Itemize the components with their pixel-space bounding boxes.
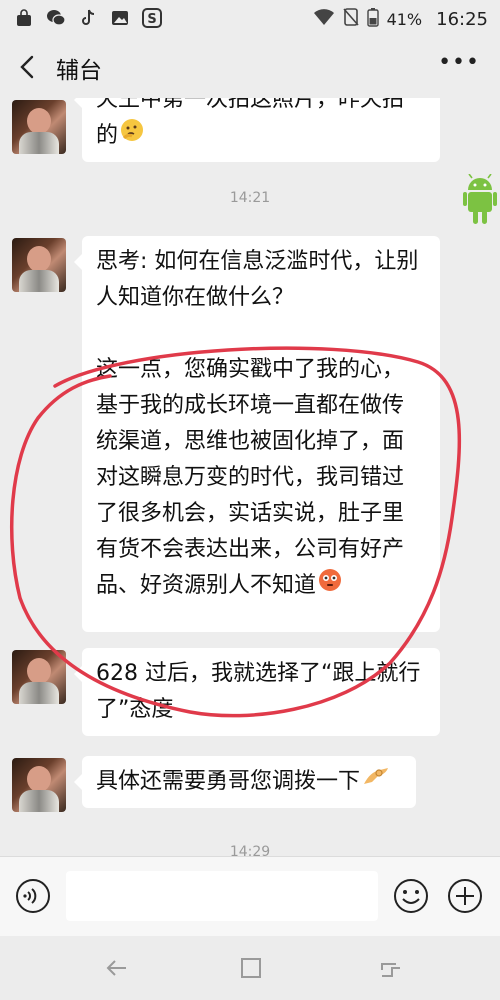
message-text: 天王中第一次拍这照片，昨天拍	[96, 98, 405, 112]
voice-icon	[16, 879, 50, 913]
avatar[interactable]	[12, 100, 66, 154]
message-text: 思考: 如何在信息泛滥时代，让别	[96, 249, 419, 274]
message-bubble[interactable]: 具体还需要勇哥您调拨一下	[74, 756, 416, 808]
chat-header: 辅台 •••	[0, 36, 500, 98]
battery-icon	[366, 7, 379, 31]
message-text: 具体还需要勇哥您调拨一下	[96, 764, 402, 800]
gallery-icon	[110, 8, 130, 28]
message-text: 的	[96, 118, 426, 154]
message-text: 这一点，您确实戳中了我的心，	[96, 357, 405, 382]
arrow-left-icon	[106, 960, 126, 976]
android-icon	[463, 173, 497, 228]
message-bubble[interactable]: 天王中第一次拍这照片，昨天拍 的	[74, 98, 440, 162]
chevron-left-icon	[20, 55, 34, 79]
nav-home-button[interactable]	[238, 956, 264, 980]
message-text: 628 过后，我就选择了“跟上就行	[96, 661, 421, 686]
clock: 16:25	[436, 8, 488, 30]
timestamp: 14:21	[229, 190, 271, 206]
avatar[interactable]	[12, 238, 66, 292]
emoji-button[interactable]	[392, 877, 430, 915]
status-bar: S 41% 16:25	[0, 0, 500, 36]
wifi-icon	[313, 8, 335, 30]
message-text: 有货不会表达出来，公司有好产	[96, 537, 405, 562]
message-input[interactable]	[66, 871, 378, 921]
voice-button[interactable]	[14, 877, 52, 915]
tiktok-icon	[78, 8, 98, 28]
flushed-face-icon	[318, 568, 342, 604]
chat-area[interactable]: 天王中第一次拍这照片，昨天拍 的 14:21 思考: 如何在信息泛滥时代，让别 …	[0, 98, 500, 858]
message-text: 了很多机会，实话实说，肚子里	[96, 501, 405, 526]
nav-recents-button[interactable]	[378, 956, 404, 980]
thinking-face-icon	[120, 118, 144, 154]
notification-icons: S	[14, 8, 162, 28]
wechat-icon	[46, 8, 66, 28]
message-text: 了”态度	[96, 697, 174, 722]
back-button[interactable]	[14, 50, 44, 84]
shopping-bag-icon	[14, 8, 34, 28]
message-bubble[interactable]: 628 过后，我就选择了“跟上就行 了”态度	[74, 648, 440, 736]
recents-icon	[381, 963, 400, 977]
message-text: 人知道你在做什么？	[96, 285, 295, 310]
message-text	[96, 316, 426, 352]
message-text: 对这瞬息万变的时代，我司错过	[96, 465, 405, 490]
s-app-icon: S	[142, 8, 162, 28]
system-nav-bar	[0, 936, 500, 1000]
plus-icon	[448, 879, 482, 913]
nav-back-button[interactable]	[104, 956, 130, 980]
message-text: 基于我的成长环境一直都在做传	[96, 393, 405, 418]
svg-text:S: S	[147, 12, 156, 27]
no-sim-icon	[342, 8, 359, 30]
page-title: 辅台	[56, 58, 102, 84]
status-right: 41% 16:25	[313, 7, 488, 31]
more-options-button[interactable]: •••	[438, 50, 480, 75]
message-text: 统渠道，思维也被固化掉了，面	[96, 429, 405, 454]
input-bar	[0, 856, 500, 937]
square-icon	[241, 958, 261, 978]
smiley-icon	[394, 879, 428, 913]
ok-hand-icon	[362, 764, 390, 800]
more-functions-button[interactable]	[446, 877, 484, 915]
avatar[interactable]	[12, 650, 66, 704]
message-bubble[interactable]: 思考: 如何在信息泛滥时代，让别 人知道你在做什么？ 这一点，您确实戳中了我的心…	[74, 236, 440, 632]
battery-percent: 41%	[386, 9, 423, 29]
avatar[interactable]	[12, 758, 66, 812]
message-text: 品、好资源别人不知道	[96, 568, 426, 604]
